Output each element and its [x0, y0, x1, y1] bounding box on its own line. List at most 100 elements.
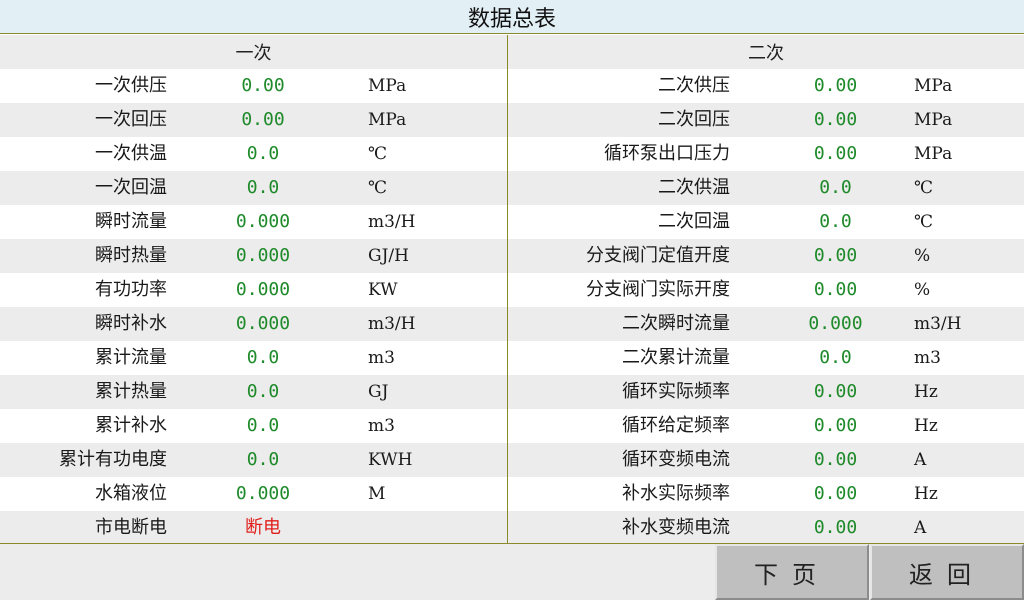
- row-value: 0.0: [246, 381, 280, 402]
- page-title: 数据总表: [0, 0, 1024, 34]
- row-value: 0.0: [819, 211, 852, 232]
- row-value: 0.000: [235, 483, 291, 504]
- row-unit: A: [914, 450, 927, 470]
- row-unit: Hz: [914, 382, 938, 402]
- primary-panel: 一次 一次供压 0.00 MPa 一次回压 0.00 MPa 一次供温 0.0 …: [0, 35, 507, 545]
- back-button[interactable]: 返回: [870, 544, 1024, 600]
- row-value: 0.00: [813, 449, 858, 470]
- next-page-button[interactable]: 下页: [715, 544, 869, 600]
- row-unit: ℃: [914, 178, 934, 198]
- row-unit: m3/H: [368, 314, 416, 334]
- row-value: 0.000: [235, 313, 291, 334]
- row-value: 0.00: [241, 109, 285, 130]
- row-value: 0.00: [813, 517, 858, 538]
- row-unit: GJ/H: [368, 246, 409, 266]
- row-unit: m3: [914, 348, 941, 368]
- table-row: 循环变频电流 0.00 A: [508, 443, 1024, 477]
- row-value: 0.0: [819, 347, 852, 368]
- row-label: 循环实际频率: [622, 381, 730, 402]
- row-label: 二次回压: [658, 109, 730, 130]
- table-row: 瞬时补水 0.000 m3/H: [0, 307, 507, 341]
- table-row: 分支阀门定值开度 0.00 %: [508, 239, 1024, 273]
- table-row: 补水变频电流 0.00 A: [508, 511, 1024, 545]
- row-label: 循环泵出口压力: [604, 143, 730, 164]
- row-value: 0.00: [813, 245, 858, 266]
- primary-header: 一次: [0, 35, 507, 69]
- row-value: 0.000: [808, 313, 863, 334]
- row-unit: ℃: [368, 144, 388, 164]
- row-label: 补水实际频率: [622, 483, 730, 504]
- row-value: 0.000: [235, 279, 291, 300]
- row-label: 一次供温: [95, 143, 167, 164]
- row-label: 二次回温: [658, 211, 730, 232]
- table-row: 二次供压 0.00 MPa: [508, 69, 1024, 103]
- row-unit: ℃: [368, 178, 388, 198]
- row-value: 0.00: [813, 75, 858, 96]
- row-value: 0.0: [246, 347, 280, 368]
- row-label: 二次累计流量: [622, 347, 730, 368]
- row-unit: MPa: [368, 76, 407, 96]
- row-label: 累计补水: [95, 415, 167, 436]
- row-label: 循环变频电流: [622, 449, 730, 470]
- table-row: 二次供温 0.0 ℃: [508, 171, 1024, 205]
- row-value: 0.0: [246, 177, 280, 198]
- row-label: 瞬时热量: [95, 245, 167, 266]
- row-unit: MPa: [914, 110, 953, 130]
- table-row: 累计补水 0.0 m3: [0, 409, 507, 443]
- table-row: 二次瞬时流量 0.000 m3/H: [508, 307, 1024, 341]
- row-value: 0.00: [813, 381, 858, 402]
- table-row: 循环实际频率 0.00 Hz: [508, 375, 1024, 409]
- table-row: 一次回温 0.0 ℃: [0, 171, 507, 205]
- row-value: 0.0: [246, 415, 280, 436]
- row-unit: Hz: [914, 416, 938, 436]
- row-unit: m3/H: [368, 212, 416, 232]
- row-unit: GJ: [368, 382, 389, 402]
- row-unit: %: [914, 246, 931, 266]
- row-unit: m3: [368, 416, 395, 436]
- row-value: 0.00: [813, 279, 858, 300]
- row-value: 0.0: [246, 143, 280, 164]
- table-row: 瞬时热量 0.000 GJ/H: [0, 239, 507, 273]
- table-row: 一次供温 0.0 ℃: [0, 137, 507, 171]
- row-label: 补水变频电流: [622, 517, 730, 538]
- row-label: 累计热量: [95, 381, 167, 402]
- row-value: 0.0: [819, 177, 852, 198]
- row-label: 累计流量: [95, 347, 167, 368]
- row-unit: ℃: [914, 212, 934, 232]
- row-label: 二次供压: [658, 75, 730, 96]
- row-unit: A: [914, 518, 927, 538]
- row-label: 二次供温: [658, 177, 730, 198]
- table-row: 循环泵出口压力 0.00 MPa: [508, 137, 1024, 171]
- secondary-panel: 二次 二次供压 0.00 MPa 二次回压 0.00 MPa 循环泵出口压力 0…: [508, 35, 1024, 545]
- row-value: 0.0: [246, 449, 280, 470]
- row-label: 二次瞬时流量: [622, 313, 730, 334]
- table-row: 有功功率 0.000 KW: [0, 273, 507, 307]
- table-row: 循环给定频率 0.00 Hz: [508, 409, 1024, 443]
- row-label: 有功功率: [95, 279, 167, 300]
- table-row: 二次累计流量 0.0 m3: [508, 341, 1024, 375]
- row-unit: MPa: [368, 110, 407, 130]
- row-value: 0.00: [813, 143, 858, 164]
- row-unit: KW: [368, 280, 398, 300]
- table-row: 补水实际频率 0.00 Hz: [508, 477, 1024, 511]
- row-label: 一次回温: [95, 177, 167, 198]
- table-row: 市电断电 断电: [0, 511, 507, 545]
- table-row: 二次回温 0.0 ℃: [508, 205, 1024, 239]
- row-label: 市电断电: [95, 517, 167, 538]
- row-label: 水箱液位: [95, 483, 167, 504]
- row-label: 瞬时补水: [95, 313, 167, 334]
- row-label: 分支阀门定值开度: [586, 245, 730, 266]
- row-unit: m3/H: [914, 314, 962, 334]
- row-label: 一次回压: [95, 109, 167, 130]
- row-label: 循环给定频率: [622, 415, 730, 436]
- table-row: 分支阀门实际开度 0.00 %: [508, 273, 1024, 307]
- row-value: 0.00: [813, 109, 858, 130]
- row-unit: M: [368, 484, 386, 504]
- row-label: 一次供压: [95, 75, 167, 96]
- secondary-header: 二次: [508, 35, 1024, 69]
- row-label: 分支阀门实际开度: [586, 279, 730, 300]
- table-row: 水箱液位 0.000 M: [0, 477, 507, 511]
- row-value: 0.00: [813, 483, 858, 504]
- row-label: 累计有功电度: [59, 449, 167, 470]
- table-row: 瞬时流量 0.000 m3/H: [0, 205, 507, 239]
